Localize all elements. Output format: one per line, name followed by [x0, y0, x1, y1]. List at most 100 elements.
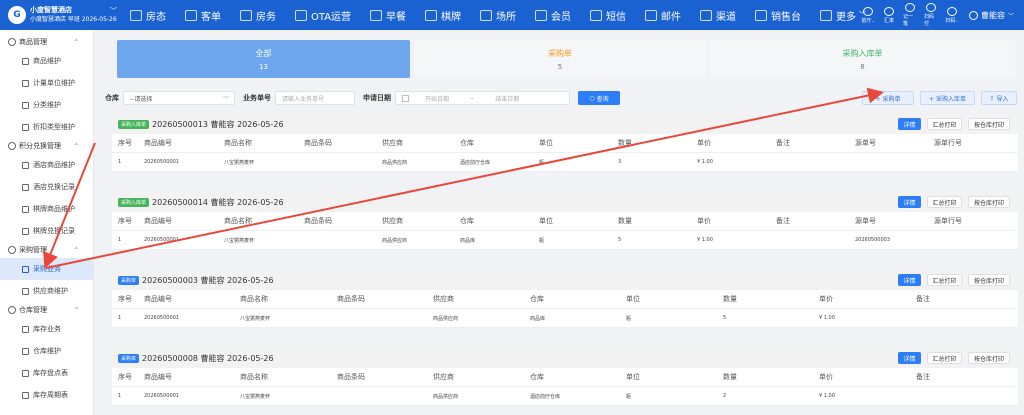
order-card: 采购单 20260500008 曹能容 2026-05-26 详情 汇总打印 按… [112, 348, 1018, 406]
detail-button[interactable]: 详情 [898, 196, 921, 208]
action-buttons: + 采购单 + 采购入库单 ⇪ 导入 [856, 91, 1017, 105]
scan-icon [946, 6, 957, 16]
detail-button[interactable]: 详情 [898, 352, 921, 364]
chevron-up-icon: ^ [73, 142, 79, 150]
sidebar-item-purchase-business[interactable]: 采购业务 [0, 258, 93, 280]
warehouse-print-button[interactable]: 按仓库打印 [968, 196, 1010, 208]
detail-button[interactable]: 详情 [898, 274, 921, 286]
tool-scan-pay[interactable]: 扫码付 [924, 3, 938, 27]
order-card: 采购入库单 20260500013 曹能容 2026-05-26 详情 汇总打印… [112, 114, 1018, 172]
order-card: 采购单 20260500003 曹能容 2026-05-26 详情 汇总打印 按… [112, 270, 1018, 328]
sidebar-item-chess-goods[interactable]: 棋牌商品维护 [0, 198, 93, 220]
table-header: 序号 商品编号 商品名称 商品条码 供应商 仓库 单位 数量 单价 备注 [112, 368, 1018, 387]
nav-member[interactable]: 会员 [535, 0, 571, 30]
order-number-input[interactable]: 请输入业务单号 [275, 91, 355, 105]
order-title: 20260500008 曹能容 2026-05-26 [142, 353, 274, 363]
detail-button[interactable]: 详情 [898, 118, 921, 130]
header-tools: 前厅.. 汇率 记一笔 扫码付 扫码.. 曹能容 ﹀ [854, 0, 1014, 30]
upload-icon: ⇪ [989, 94, 995, 102]
summary-print-button[interactable]: 汇总打印 [927, 196, 962, 208]
chevron-down-icon: ﹀ [222, 95, 229, 103]
nav-breakfast[interactable]: 早餐 [370, 0, 406, 30]
sidebar-group-purchase[interactable]: 采购管理 ^ [0, 242, 93, 258]
top-bar: G 小度智慧酒店 小度智慧酒店 早班 2026-05-26 ﹀ 房态 客单 房务… [0, 0, 1024, 30]
sidebar-item-warehouse-maintain[interactable]: 仓库维护 [0, 340, 93, 362]
table-row[interactable]: 1 20260500001 八宝粥燕麦杯 商品供应商 酒店前厅仓库 瓶 2 ¥ … [112, 387, 1018, 406]
sidebar-item-stock-count[interactable]: 库存盘点表 [0, 362, 93, 384]
sidebar-item-discount-maintain[interactable]: 折扣类型维护 [0, 116, 93, 138]
sidebar-group-warehouse[interactable]: 仓库管理 ^ [0, 302, 93, 318]
apply-date-label: 申请日期 [363, 94, 391, 102]
warehouse-print-button[interactable]: 按仓库打印 [968, 274, 1010, 286]
box-icon [22, 57, 29, 65]
chevron-down-icon[interactable]: ﹀ [110, 6, 117, 16]
tool-front-desk[interactable]: 前厅.. [861, 6, 875, 24]
table-row[interactable]: 1 20260500001 八宝粥燕麦杯 商品供应商 商品库 瓶 5 ¥ 1.0… [112, 309, 1018, 328]
date-range-picker[interactable]: 开始日期 - 结束日期 [395, 91, 570, 105]
chevron-up-icon: ^ [73, 38, 79, 46]
grid-icon [820, 9, 833, 21]
nav-housekeeping[interactable]: 房务 [240, 0, 276, 30]
sidebar-item-supplier-maintain[interactable]: 供应商维护 [0, 280, 93, 302]
sidebar-item-chess-exchange[interactable]: 棋牌兑换记录 [0, 220, 93, 242]
chevron-up-icon: ^ [73, 306, 79, 314]
unit-icon [22, 79, 29, 87]
sidebar-item-hotel-exchange[interactable]: 酒店兑换记录 [0, 176, 93, 198]
brand-subtitle: 小度智慧酒店 早班 2026-05-26 [30, 16, 117, 23]
order-type-badge: 采购单 [118, 353, 140, 363]
sidebar-item-goods-maintain[interactable]: 商品维护 [0, 50, 93, 72]
import-button[interactable]: ⇪ 导入 [981, 91, 1017, 105]
tab-purchase-inbound[interactable]: 采购入库单 8 [710, 40, 1015, 78]
nav-venue[interactable]: 场所 [480, 0, 516, 30]
tool-exchange-rate[interactable]: 汇率 [882, 6, 896, 24]
summary-print-button[interactable]: 汇总打印 [927, 352, 962, 364]
table-row[interactable]: 1 20260500001 八宝粥燕麦杯 商品供应商 商品库 瓶 5 ¥ 1.0… [112, 231, 1018, 250]
brand[interactable]: G 小度智慧酒店 小度智慧酒店 早班 2026-05-26 ﹀ [0, 0, 122, 30]
sidebar-group-goods[interactable]: 商品管理 ^ [0, 34, 93, 50]
brand-name: 小度智慧酒店 [30, 6, 72, 14]
add-purchase-inbound-button[interactable]: + 采购入库单 [920, 91, 975, 105]
warehouse-select[interactable]: --请选择 ﹀ [123, 91, 235, 105]
hotel-goods-icon [22, 161, 29, 169]
exchange-icon [883, 6, 894, 16]
nav-ota[interactable]: OTA运营 [295, 0, 351, 30]
nav-channel[interactable]: 渠道 [700, 0, 736, 30]
nav-chess[interactable]: 棋牌 [425, 0, 461, 30]
add-purchase-order-button[interactable]: + 采购单 [862, 91, 914, 105]
table-row[interactable]: 1 20260500001 八宝粥燕麦杯 商品供应商 酒店前厅仓库 瓶 3 ¥ … [112, 153, 1018, 172]
list-icon [22, 369, 29, 377]
chess-icon [425, 9, 438, 21]
user-menu[interactable]: 曹能容 ﹀ [968, 10, 1014, 21]
sidebar-item-category-maintain[interactable]: 分类维护 [0, 94, 93, 116]
warehouse-print-button[interactable]: 按仓库打印 [968, 352, 1010, 364]
sidebar-item-hotel-goods[interactable]: 酒店商品维护 [0, 154, 93, 176]
warehouse-print-button[interactable]: 按仓库打印 [968, 118, 1010, 130]
member-icon [535, 9, 548, 21]
sidebar-item-stock-business[interactable]: 库存业务 [0, 318, 93, 340]
order-number-label: 业务单号 [243, 94, 271, 102]
nav-sms[interactable]: 短信 [590, 0, 626, 30]
order-type-tabs: 全部 13 采购单 5 采购入库单 8 [117, 40, 1015, 78]
tab-purchase-order[interactable]: 采购单 5 [414, 40, 706, 78]
tool-scan[interactable]: 扫码.. [945, 6, 959, 24]
nav-room-status[interactable]: 房态 [130, 0, 166, 30]
query-button[interactable]: ○ 查询 [578, 91, 620, 105]
order-card-header: 采购单 20260500008 曹能容 2026-05-26 详情 汇总打印 按… [112, 348, 1018, 368]
tab-all[interactable]: 全部 13 [117, 40, 410, 78]
nav-sales-desk[interactable]: 销售台 [755, 0, 801, 30]
nav-guest-orders[interactable]: 客单 [185, 0, 221, 30]
sidebar-item-unit-maintain[interactable]: 计量单位维护 [0, 72, 93, 94]
tool-record[interactable]: 记一笔 [903, 3, 917, 27]
sidebar-group-points[interactable]: 积分兑换管理 ^ [0, 138, 93, 154]
sidebar-item-stock-cycle[interactable]: 库存周期表 [0, 384, 93, 406]
summary-print-button[interactable]: 汇总打印 [927, 274, 962, 286]
order-type-badge: 采购入库单 [118, 119, 150, 129]
sidebar: 商品管理 ^ 商品维护 计量单位维护 分类维护 折扣类型维护 积分兑换管理 ^ 酒店… [0, 30, 94, 415]
exchange-record-icon [22, 183, 29, 191]
chevron-up-icon: ^ [73, 246, 79, 254]
ota-icon [295, 9, 307, 21]
nav-mail[interactable]: 邮件 [645, 0, 681, 30]
summary-print-button[interactable]: 汇总打印 [927, 118, 962, 130]
note-icon [904, 3, 915, 12]
points-icon [8, 142, 16, 150]
